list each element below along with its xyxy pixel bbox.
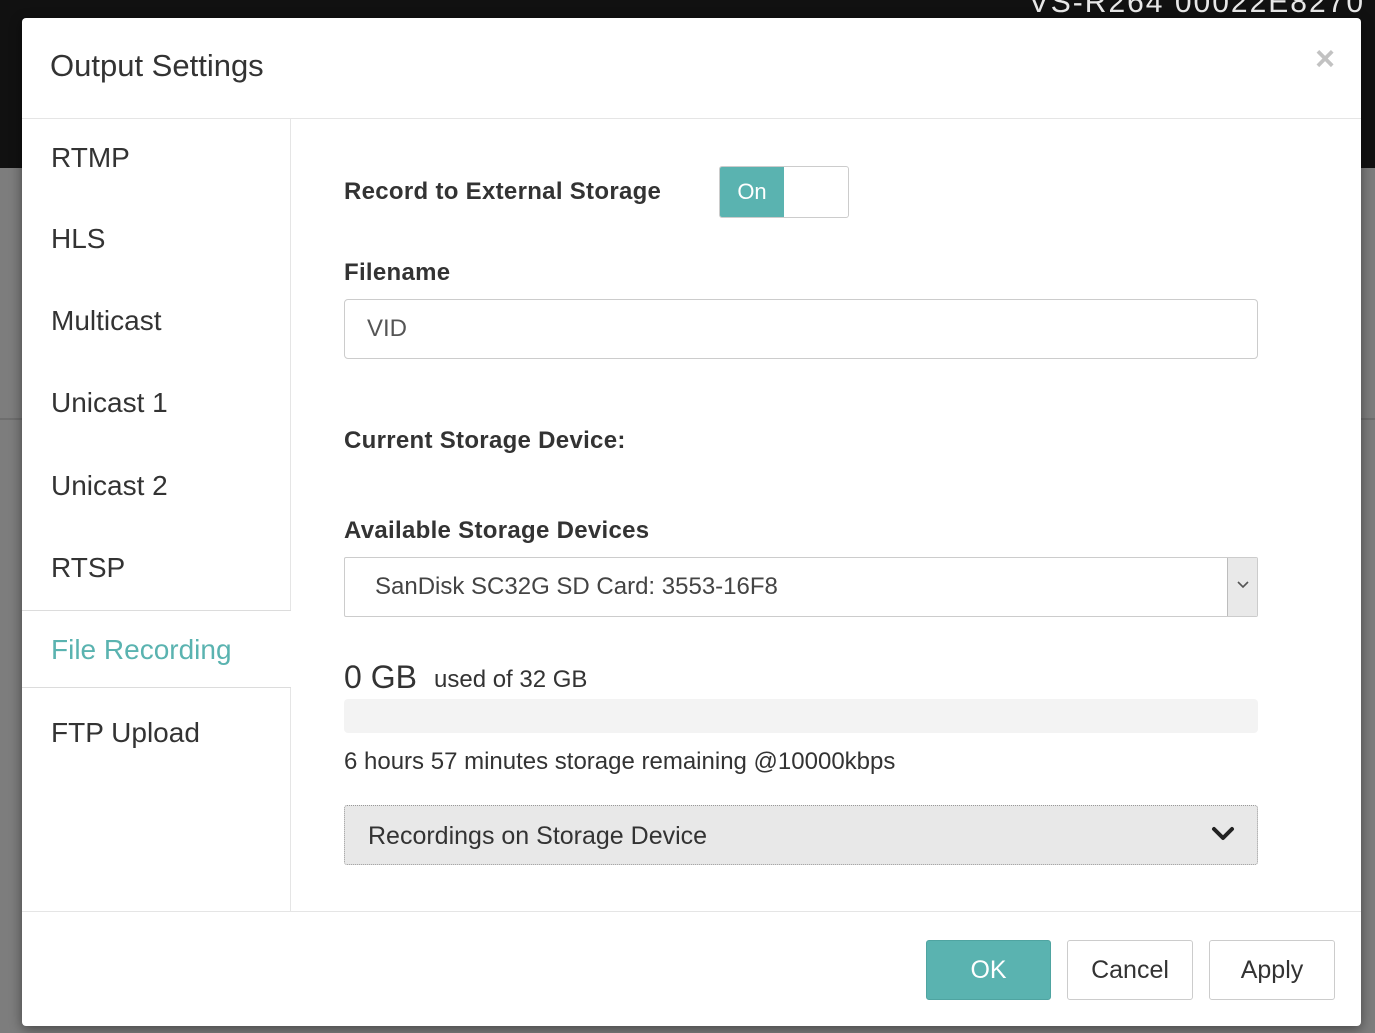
apply-button[interactable]: Apply [1209,940,1335,1000]
select-dropdown-button[interactable] [1227,558,1257,616]
record-external-label: Record to External Storage [344,178,662,205]
sidebar-item-file-recording[interactable]: File Recording [22,610,291,688]
settings-sidebar: RTMP HLS Multicast Unicast 1 Unicast 2 R… [22,119,291,911]
sidebar-item-ftp-upload[interactable]: FTP Upload [22,694,290,772]
filename-label: Filename [344,259,451,286]
sidebar-item-unicast-1[interactable]: Unicast 1 [22,364,290,442]
storage-usage-bar [344,699,1258,733]
storage-remaining-text: 6 hours 57 minutes storage remaining @10… [344,748,896,775]
close-icon[interactable]: × [1315,40,1335,79]
cancel-button[interactable]: Cancel [1067,940,1193,1000]
filename-input[interactable] [344,299,1258,359]
available-storage-devices-label: Available Storage Devices [344,517,650,544]
current-storage-device-label: Current Storage Device: [344,427,626,454]
modal-header: Output Settings × [22,18,1361,119]
chevron-down-icon [1212,827,1234,840]
output-settings-modal: Output Settings × RTMP HLS Multicast Uni… [22,18,1361,1026]
chevron-down-icon [1237,581,1249,589]
toggle-on-state: On [720,167,784,217]
background-device-id: VS-R264 00022E8270 [1028,0,1365,19]
sidebar-item-multicast[interactable]: Multicast [22,282,290,360]
sidebar-item-unicast-2[interactable]: Unicast 2 [22,447,290,525]
sidebar-item-rtmp[interactable]: RTMP [22,119,290,197]
record-external-toggle[interactable]: On [719,166,849,218]
storage-device-select[interactable]: SanDisk SC32G SD Card: 3553-16F8 [344,557,1258,617]
storage-used-suffix: used of 32 GB [434,666,588,693]
sidebar-item-rtsp[interactable]: RTSP [22,529,290,607]
storage-used-amount: 0 GB [344,659,417,695]
ok-button[interactable]: OK [926,940,1051,1000]
modal-title: Output Settings [50,48,264,83]
storage-device-selected: SanDisk SC32G SD Card: 3553-16F8 [375,573,778,600]
recordings-accordion[interactable]: Recordings on Storage Device [344,805,1258,865]
modal-footer: OK Cancel Apply [22,911,1361,1027]
sidebar-item-hls[interactable]: HLS [22,200,290,278]
recordings-accordion-label: Recordings on Storage Device [368,822,708,850]
